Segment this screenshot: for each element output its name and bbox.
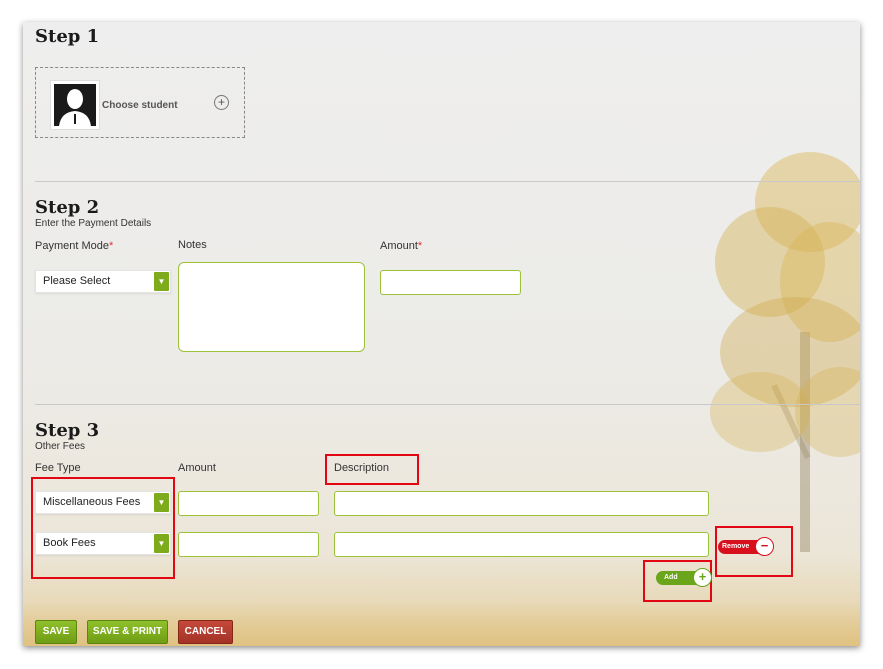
choose-student-label: Choose student [102,100,178,111]
amount-label: Amount* [380,240,423,252]
step3-title: Step 3 [35,420,100,441]
highlight-fee-type [31,477,175,579]
notes-label: Notes [178,239,207,251]
divider [35,181,860,182]
step3-subtitle: Other Fees [35,441,86,452]
fee-amount-label: Amount [178,462,216,474]
plus-circle-icon[interactable]: + [693,568,712,587]
fee-amount-input[interactable] [178,491,319,516]
cancel-button[interactable]: CANCEL [178,620,233,644]
step2-subtitle: Enter the Payment Details [35,218,152,229]
minus-circle-icon[interactable]: − [755,537,774,556]
highlight-description [325,454,419,485]
tree-background-image [710,152,860,552]
fee-payment-form: Step 1 Choose student + Step 2 Enter the… [23,22,860,646]
payment-mode-value: Please Select [43,275,111,287]
student-avatar [50,80,100,130]
step1-title: Step 1 [35,26,100,47]
save-button[interactable]: SAVE [35,620,77,644]
notes-textarea[interactable] [178,262,365,352]
payment-mode-select[interactable]: Please Select ▼ [35,270,171,293]
remove-button[interactable]: Remove − [718,537,774,556]
save-print-button[interactable]: SAVE & PRINT [87,620,168,644]
fee-amount-input[interactable] [178,532,319,557]
fee-type-label: Fee Type [35,462,81,474]
chevron-down-icon[interactable]: ▼ [154,272,169,291]
fee-description-input[interactable] [334,491,709,516]
step2-title: Step 2 [35,197,100,218]
plus-circle-icon[interactable]: + [214,95,229,110]
payment-mode-label: Payment Mode* [35,240,114,252]
divider [35,404,860,405]
person-silhouette-icon [54,84,96,126]
fee-description-input[interactable] [334,532,709,557]
add-button[interactable]: Add + [656,568,712,587]
remove-label: Remove [722,543,750,550]
amount-input[interactable] [380,270,521,295]
add-label: Add [664,574,678,581]
choose-student-box[interactable]: Choose student + [35,67,245,138]
